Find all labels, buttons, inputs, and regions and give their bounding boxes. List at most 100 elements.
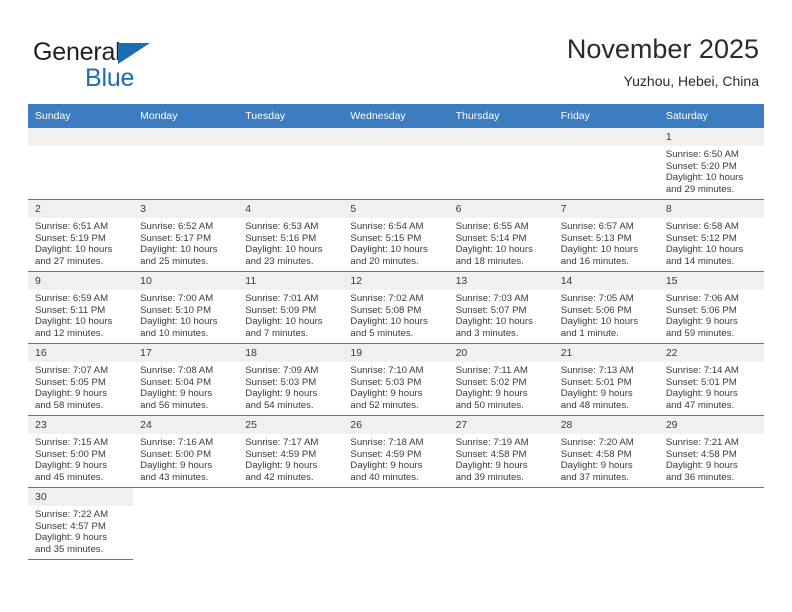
day-cell-details: Sunrise: 6:51 AM Sunset: 5:19 PM Daylight:…: [28, 218, 133, 267]
daylight-duration-line1: Daylight: 9 hours: [665, 316, 738, 328]
calendar-day-cell[interactable]: 4 Sunrise: 6:53 AM Sunset: 5:16 PM Daylight…: [238, 199, 344, 272]
calendar-day-cell[interactable]: 22 Sunrise: 7:14 AM Sunset: 5:01 PM Dayligh…: [658, 343, 764, 416]
daylight-duration-line2: and 58 minutes.: [35, 399, 104, 411]
weekday-header-thursday: Thursday: [448, 104, 554, 128]
day-number: 23: [28, 416, 134, 434]
calendar-day-cell[interactable]: 18 Sunrise: 7:09 AM Sunset: 5:03 PM Dayligh…: [238, 343, 344, 416]
day-cell-details: Sunrise: 7:05 AM Sunset: 5:06 PM Daylight:…: [554, 290, 659, 339]
day-number-bar: [343, 128, 449, 146]
calendar-day-cell[interactable]: 26 Sunrise: 7:18 AM Sunset: 4:59 PM Dayligh…: [343, 415, 449, 488]
calendar-day-cell[interactable]: 10 Sunrise: 7:00 AM Sunset: 5:10 PM Dayligh…: [133, 271, 239, 344]
calendar-day-cell[interactable]: 9 Sunrise: 6:59 AM Sunset: 5:11 PM Daylight…: [28, 271, 134, 344]
calendar-week-row: 16 Sunrise: 7:07 AM Sunset: 5:05 PM Dayligh…: [28, 343, 764, 416]
brand-logo[interactable]: General Blue: [33, 38, 233, 92]
day-cell-details: Sunrise: 7:06 AM Sunset: 5:06 PM Daylight:…: [659, 290, 764, 339]
daylight-duration-line1: Daylight: 9 hours: [140, 460, 213, 472]
calendar-day-cell[interactable]: 20 Sunrise: 7:11 AM Sunset: 5:02 PM Dayligh…: [448, 343, 554, 416]
calendar-day-cell[interactable]: 8 Sunrise: 6:58 AM Sunset: 5:12 PM Daylight…: [658, 199, 764, 272]
daylight-duration-line2: and 25 minutes.: [140, 255, 209, 267]
sunset-time: Sunset: 5:06 PM: [560, 304, 632, 316]
daylight-duration-line1: Daylight: 10 hours: [140, 316, 218, 328]
brand-word-general: General: [33, 38, 121, 66]
sunrise-sunset-calendar-table: Sunday Monday Tuesday Wednesday Thursday…: [28, 104, 764, 560]
sunset-time: Sunset: 5:00 PM: [140, 448, 212, 460]
calendar-header-row: Sunday Monday Tuesday Wednesday Thursday…: [28, 104, 764, 128]
day-cell-details: Sunrise: 7:09 AM Sunset: 5:03 PM Daylight:…: [238, 362, 343, 411]
calendar-cell-blank: [553, 487, 659, 560]
sunrise-time: Sunrise: 7:08 AM: [140, 365, 214, 376]
calendar-day-cell[interactable]: 11 Sunrise: 7:01 AM Sunset: 5:09 PM Dayligh…: [238, 271, 344, 344]
day-cell-details: Sunrise: 7:01 AM Sunset: 5:09 PM Daylight:…: [238, 290, 343, 339]
day-number-bar: [448, 128, 554, 146]
day-cell-details: Sunrise: 6:57 AM Sunset: 5:13 PM Daylight:…: [554, 218, 659, 267]
day-number: 22: [658, 344, 764, 362]
calendar-day-cell[interactable]: 3 Sunrise: 6:52 AM Sunset: 5:17 PM Daylight…: [133, 199, 239, 272]
calendar-day-cell[interactable]: 14 Sunrise: 7:05 AM Sunset: 5:06 PM Dayligh…: [553, 271, 659, 344]
sunrise-time: Sunrise: 6:57 AM: [560, 221, 634, 232]
day-number: 17: [133, 344, 239, 362]
daylight-duration-line2: and 50 minutes.: [455, 399, 524, 411]
calendar-day-cell[interactable]: 23 Sunrise: 7:15 AM Sunset: 5:00 PM Dayligh…: [28, 415, 134, 488]
daylight-duration-line2: and 47 minutes.: [665, 399, 735, 411]
calendar-day-cell[interactable]: 1 Sunrise: 6:50 AM Sunset: 5:20 PM Daylight…: [658, 128, 764, 200]
daylight-duration-line1: Daylight: 10 hours: [35, 244, 113, 256]
calendar-day-cell[interactable]: 7 Sunrise: 6:57 AM Sunset: 5:13 PM Daylight…: [553, 199, 659, 272]
day-cell-details: Sunrise: 7:16 AM Sunset: 5:00 PM Daylight:…: [133, 434, 238, 483]
brand-word-blue: Blue: [85, 64, 135, 92]
sunrise-time: Sunrise: 6:58 AM: [665, 221, 739, 232]
daylight-duration-line1: Daylight: 10 hours: [455, 244, 533, 256]
sunset-time: Sunset: 5:14 PM: [455, 232, 527, 244]
calendar-day-cell[interactable]: 30 Sunrise: 7:22 AM Sunset: 4:57 PM Dayligh…: [28, 487, 134, 560]
daylight-duration-line1: Daylight: 9 hours: [455, 388, 528, 400]
daylight-duration-line1: Daylight: 10 hours: [560, 316, 639, 328]
sunrise-time: Sunrise: 7:01 AM: [245, 293, 319, 304]
calendar-day-cell[interactable]: 2 Sunrise: 6:51 AM Sunset: 5:19 PM Daylight…: [28, 199, 134, 272]
daylight-duration-line2: and 16 minutes.: [560, 255, 629, 267]
calendar-day-cell[interactable]: 25 Sunrise: 7:17 AM Sunset: 4:59 PM Dayligh…: [238, 415, 344, 488]
daylight-duration-line2: and 5 minutes.: [350, 327, 414, 339]
calendar-day-cell[interactable]: 28 Sunrise: 7:20 AM Sunset: 4:58 PM Dayligh…: [553, 415, 659, 488]
calendar-day-cell[interactable]: 12 Sunrise: 7:02 AM Sunset: 5:08 PM Dayligh…: [343, 271, 449, 344]
daylight-duration-line1: Daylight: 10 hours: [35, 316, 113, 328]
calendar-day-cell[interactable]: 24 Sunrise: 7:16 AM Sunset: 5:00 PM Dayligh…: [133, 415, 239, 488]
day-number: 28: [553, 416, 659, 434]
daylight-duration-line1: Daylight: 9 hours: [140, 388, 213, 400]
day-number: 27: [448, 416, 554, 434]
sunrise-time: Sunrise: 6:50 AM: [665, 149, 739, 160]
weekday-header-saturday: Saturday: [658, 104, 764, 128]
calendar-day-cell[interactable]: 13 Sunrise: 7:03 AM Sunset: 5:07 PM Dayligh…: [448, 271, 554, 344]
daylight-duration-line2: and 52 minutes.: [350, 399, 419, 411]
calendar-week-row: 23 Sunrise: 7:15 AM Sunset: 5:00 PM Dayligh…: [28, 415, 764, 488]
day-cell-details: Sunrise: 6:50 AM Sunset: 5:20 PM Daylight:…: [659, 146, 764, 195]
calendar-day-cell[interactable]: 5 Sunrise: 6:54 AM Sunset: 5:15 PM Daylight…: [343, 199, 449, 272]
weekday-header-sunday: Sunday: [28, 104, 134, 128]
calendar-day-cell[interactable]: 27 Sunrise: 7:19 AM Sunset: 4:58 PM Dayligh…: [448, 415, 554, 488]
sunrise-time: Sunrise: 7:13 AM: [560, 365, 634, 376]
day-number-bar: [553, 128, 659, 146]
calendar-day-cell[interactable]: 16 Sunrise: 7:07 AM Sunset: 5:05 PM Dayligh…: [28, 343, 134, 416]
calendar-cell-empty: [238, 128, 344, 200]
daylight-duration-line1: Daylight: 10 hours: [350, 316, 428, 328]
day-cell-details: Sunrise: 7:20 AM Sunset: 4:58 PM Daylight:…: [554, 434, 659, 483]
calendar-day-cell[interactable]: 19 Sunrise: 7:10 AM Sunset: 5:03 PM Dayligh…: [343, 343, 449, 416]
calendar-day-cell[interactable]: 17 Sunrise: 7:08 AM Sunset: 5:04 PM Dayligh…: [133, 343, 239, 416]
calendar-day-cell[interactable]: 21 Sunrise: 7:13 AM Sunset: 5:01 PM Dayligh…: [553, 343, 659, 416]
calendar-page: General Blue November 2025 Yuzhou, Hebei…: [0, 0, 792, 612]
daylight-duration-line1: Daylight: 9 hours: [350, 388, 423, 400]
day-number: 26: [343, 416, 449, 434]
title-block: November 2025 Yuzhou, Hebei, China: [567, 33, 759, 91]
day-number: 13: [448, 272, 554, 290]
page-title: November 2025: [566, 34, 759, 64]
daylight-duration-line1: Daylight: 9 hours: [245, 388, 318, 400]
calendar-day-cell[interactable]: 6 Sunrise: 6:55 AM Sunset: 5:14 PM Daylight…: [448, 199, 554, 272]
day-number: 21: [553, 344, 659, 362]
calendar-day-cell[interactable]: 29 Sunrise: 7:21 AM Sunset: 4:58 PM Dayligh…: [658, 415, 764, 488]
sunset-time: Sunset: 5:03 PM: [350, 376, 422, 388]
calendar-body: 1 Sunrise: 6:50 AM Sunset: 5:20 PM Daylight…: [28, 128, 764, 560]
sunset-time: Sunset: 5:12 PM: [665, 232, 737, 244]
day-cell-details: Sunrise: 7:13 AM Sunset: 5:01 PM Daylight:…: [554, 362, 659, 411]
calendar-day-cell[interactable]: 15 Sunrise: 7:06 AM Sunset: 5:06 PM Dayligh…: [658, 271, 764, 344]
triangle-flag-icon: [118, 43, 150, 64]
sunrise-time: Sunrise: 6:54 AM: [350, 221, 424, 232]
calendar-cell-empty: [28, 128, 134, 200]
